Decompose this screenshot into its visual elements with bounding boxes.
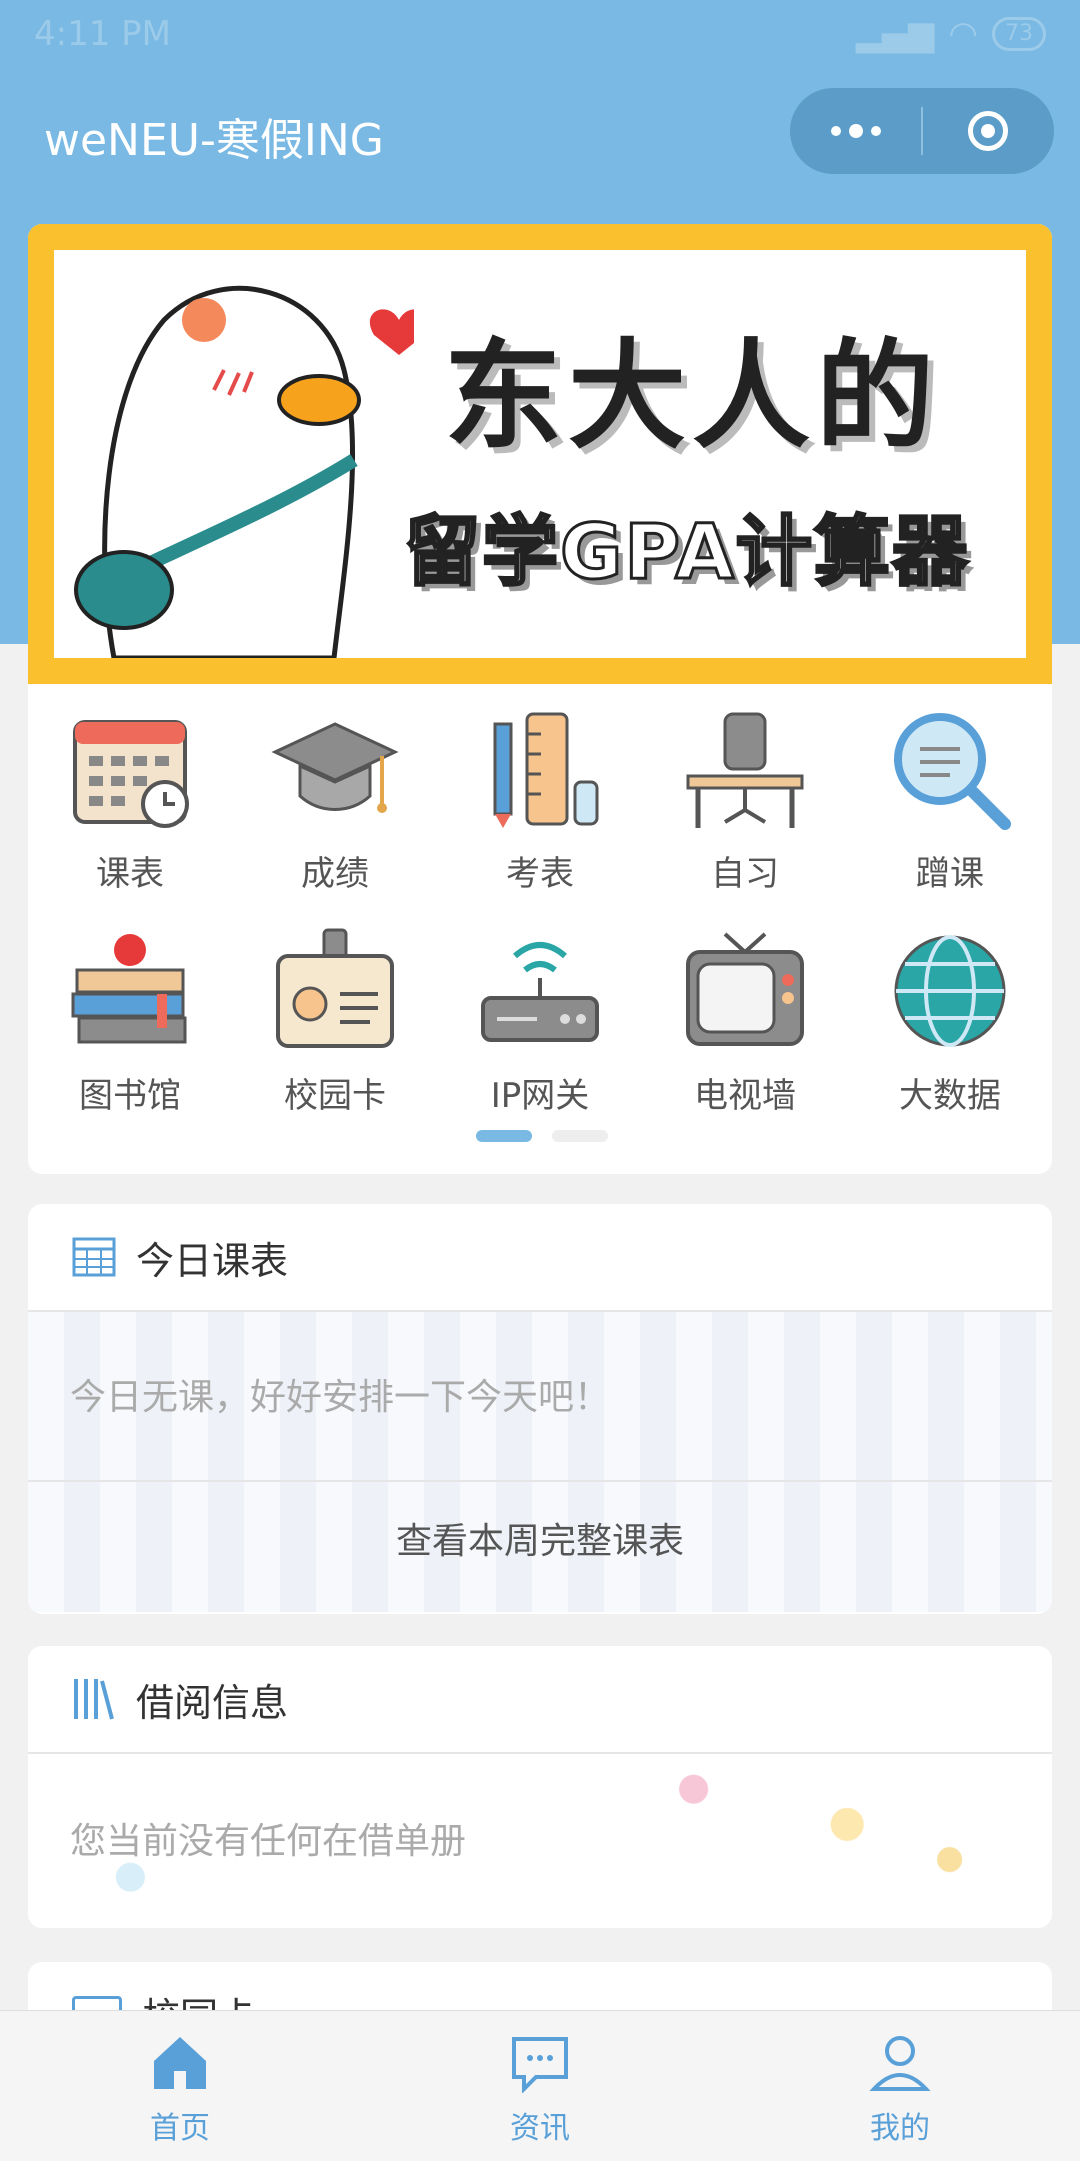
borrow-info-card: 借阅信息 您当前没有任何在借单册: [28, 1646, 1052, 1928]
router-icon: [481, 942, 599, 1042]
grid-item-tv-wall[interactable]: 电视墙: [643, 926, 847, 1117]
borrow-empty-text: 您当前没有任何在借单册: [70, 1821, 467, 1862]
banner-subline: 留学GPA计算器: [403, 506, 970, 598]
section-title: 借阅信息: [136, 1680, 289, 1725]
id-card-icon: [276, 928, 394, 1048]
status-bar: 4:11 PM ▂▄▆ ◠ 73: [0, 0, 1080, 70]
miniprogram-capsule: [790, 88, 1054, 174]
more-button[interactable]: [790, 88, 921, 174]
more-dots-icon: [830, 124, 881, 138]
grid-item-audit-class[interactable]: 蹭课: [848, 704, 1052, 895]
today-schedule-card: 今日课表 今日无课，好好安排一下今天吧！ 查看本周完整课表: [28, 1204, 1052, 1614]
page-title: weNEU-寒假ING: [44, 115, 384, 166]
table-icon: [72, 1237, 116, 1277]
grid-item-big-data[interactable]: 大数据: [848, 926, 1052, 1117]
chair-desk-icon: [686, 712, 804, 828]
pager-dot-active[interactable]: [476, 1130, 532, 1142]
bookshelf-icon: [74, 1679, 114, 1720]
home-icon: [154, 2037, 206, 2089]
view-week-link[interactable]: 查看本周完整课表: [28, 1512, 1052, 1564]
close-button[interactable]: [923, 88, 1054, 174]
grid-pager: [476, 1130, 608, 1142]
grid-item-campus-card[interactable]: 校园卡: [233, 926, 437, 1117]
magnifier-icon: [894, 713, 1011, 830]
books-icon: [71, 934, 187, 1044]
mascot-illustration: [74, 285, 414, 658]
pencil-ruler-icon: [493, 712, 599, 828]
tv-icon: [686, 932, 804, 1046]
home-card: 东大人的 留学GPA计算器 课表 成绩 考表 自习 蹭课 图书馆 校园卡 IP网…: [28, 224, 1052, 1174]
message-icon: [512, 2037, 568, 2094]
banner[interactable]: 东大人的 留学GPA计算器: [28, 224, 1052, 684]
pager-dot[interactable]: [552, 1130, 608, 1142]
battery-icon: 73: [992, 17, 1046, 51]
graduation-cap-icon: [271, 722, 399, 813]
tab-label: 资讯: [510, 2111, 570, 2146]
grid-item-study-room[interactable]: 自习: [643, 704, 847, 895]
status-time: 4:11 PM: [34, 14, 171, 54]
grid-item-library[interactable]: 图书馆: [28, 926, 232, 1117]
wifi-icon: ◠: [948, 14, 978, 54]
calendar-icon: [73, 720, 189, 828]
grid-item-exams[interactable]: 考表: [438, 704, 642, 895]
globe-icon: [894, 935, 1006, 1047]
banner-headline: 东大人的: [444, 327, 941, 465]
grid-item-timetable[interactable]: 课表: [28, 704, 232, 895]
tab-news[interactable]: 资讯: [440, 2033, 640, 2147]
grid-item-grades[interactable]: 成绩: [233, 704, 437, 895]
section-title: 今日课表: [136, 1238, 289, 1283]
grid-item-ip-gateway[interactable]: IP网关: [438, 926, 642, 1117]
signal-icon: ▂▄▆: [855, 14, 935, 54]
user-icon: [869, 2036, 931, 2091]
tab-label: 首页: [150, 2111, 210, 2146]
tab-label: 我的: [870, 2111, 930, 2146]
target-icon: [968, 111, 1009, 151]
today-empty-text: 今日无课，好好安排一下今天吧！: [70, 1377, 611, 1418]
tab-me[interactable]: 我的: [800, 2033, 1000, 2147]
tab-bar: 首页 资讯 我的: [0, 2010, 1080, 2161]
tab-home[interactable]: 首页: [80, 2033, 280, 2147]
